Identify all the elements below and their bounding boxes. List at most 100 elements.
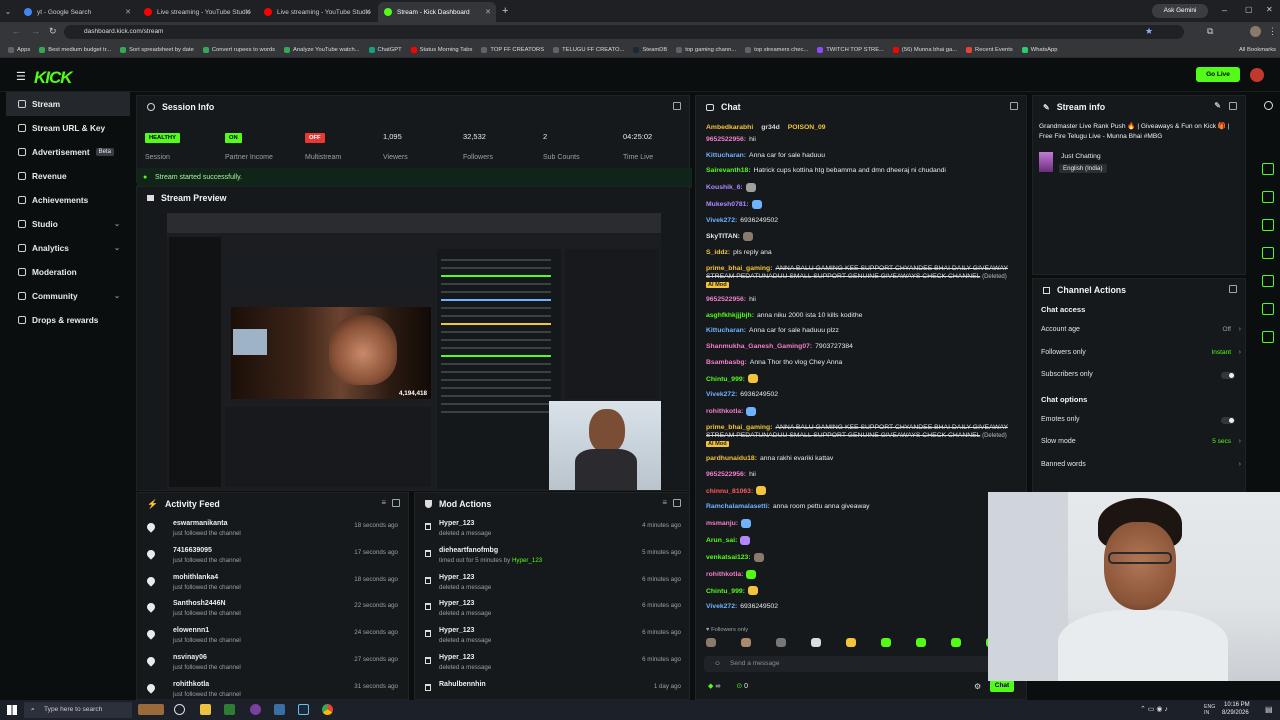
expand-icon[interactable]	[673, 499, 681, 507]
language-indicator[interactable]: ENG IN	[1204, 704, 1218, 716]
tab-close-icon[interactable]: ✕	[485, 8, 491, 16]
chat-username[interactable]: Chintu_999:	[706, 376, 745, 383]
expand-icon[interactable]	[392, 499, 400, 507]
chat-username[interactable]: Kittucharan:	[706, 152, 746, 159]
chat-username[interactable]: Shanmukha_Ganesh_Gaming07:	[706, 343, 812, 350]
chat-username[interactable]: 9652522956:	[706, 296, 746, 303]
category-label[interactable]: Just Chatting	[1061, 153, 1101, 160]
chat-username[interactable]: Arun_sai:	[706, 537, 737, 544]
slow-mode-row[interactable]: Slow mode 5 secs ›	[1033, 431, 1245, 454]
bookmark-item[interactable]: ChatGPT	[368, 46, 402, 53]
rail-icon[interactable]	[1262, 331, 1274, 343]
rail-icon[interactable]	[1262, 219, 1274, 231]
banned-words-row[interactable]: Banned words ›	[1033, 454, 1245, 477]
chat-username[interactable]: Vivek272:	[706, 391, 737, 398]
chat-username[interactable]: prime_bhai_gaming:	[706, 424, 772, 431]
expand-icon[interactable]	[1229, 285, 1237, 293]
chat-username[interactable]: Bsambasbg:	[706, 359, 747, 366]
edit-icon[interactable]: ✎	[1214, 101, 1221, 110]
bookmark-item[interactable]: TOP FF CREATORS	[481, 46, 544, 53]
chat-username[interactable]: Chintu_999:	[706, 588, 745, 595]
file-explorer-icon[interactable]	[200, 704, 211, 715]
emote-icon[interactable]	[741, 638, 751, 647]
close-window-icon[interactable]: ✕	[1266, 5, 1273, 14]
pinned-user-3[interactable]: POISON_09	[788, 124, 826, 131]
emote-icon[interactable]	[811, 638, 821, 647]
chrome-icon[interactable]	[322, 704, 333, 715]
chat-username[interactable]: pardhunaidu18:	[706, 455, 757, 462]
tab-search-dropdown-icon[interactable]: ⌄	[0, 7, 16, 16]
chat-username[interactable]: Ramchalamalasetti:	[706, 503, 770, 510]
sidebar-item-drops-rewards[interactable]: Drops & rewards	[0, 308, 134, 332]
emote-icon[interactable]	[706, 638, 716, 647]
maximize-icon[interactable]: ▢	[1245, 5, 1253, 14]
info-rail-icon[interactable]	[1264, 101, 1273, 110]
bookmark-item[interactable]: Sort spreadsheet by date	[120, 46, 194, 53]
subscribers-only-toggle[interactable]	[1221, 372, 1235, 379]
sidebar-item-achievements[interactable]: Achievements	[0, 188, 134, 212]
chat-username[interactable]: prime_bhai_gaming:	[706, 265, 772, 272]
bookmark-item[interactable]: Apps	[8, 46, 30, 53]
user-avatar[interactable]	[1250, 68, 1264, 82]
send-chat-button[interactable]: Chat	[990, 680, 1014, 692]
extensions-icon[interactable]: ⧉	[1207, 26, 1213, 37]
mod-username[interactable]: Rahulbennhin	[439, 681, 689, 688]
expand-icon[interactable]	[1229, 102, 1237, 110]
sidebar-item-moderation[interactable]: Moderation	[0, 260, 134, 284]
sidebar-item-stream-url-key[interactable]: Stream URL & Key	[0, 116, 134, 140]
taskbar-search[interactable]: ⌕ Type here to search	[24, 702, 132, 718]
expand-icon[interactable]	[1010, 102, 1018, 110]
chat-username[interactable]: 9652522956:	[706, 471, 746, 478]
chat-username[interactable]: 9652522956:	[706, 136, 746, 143]
steam-icon[interactable]	[298, 704, 309, 715]
rail-icon[interactable]	[1262, 247, 1274, 259]
bookmark-item[interactable]: TELUGU FF CREATO...	[553, 46, 624, 53]
task-view-icon[interactable]	[174, 704, 185, 715]
chat-username[interactable]: asghfkhkjjjbjh:	[706, 312, 754, 319]
emote-icon[interactable]	[776, 638, 786, 647]
chat-username[interactable]: rohithkotla:	[706, 571, 743, 578]
emoji-icon[interactable]: ☺	[714, 656, 721, 672]
taskbar-app-icon[interactable]	[250, 704, 261, 715]
chat-username[interactable]: Kittucharan:	[706, 327, 746, 334]
tab-close-icon[interactable]: ✕	[125, 8, 131, 16]
chat-settings-icon[interactable]: ⚙	[974, 682, 981, 691]
followers-only-row[interactable]: Followers only Instant ›	[1033, 342, 1245, 365]
bookmark-item[interactable]: Status Morning Tabs	[410, 46, 472, 53]
browser-tab[interactable]: Stream - Kick Dashboard ✕	[378, 2, 496, 22]
chat-username[interactable]: Mukesh0781:	[706, 201, 749, 208]
filter-icon[interactable]: ≡	[662, 498, 667, 507]
chevron-down-icon[interactable]: ⌄	[114, 244, 120, 252]
taskbar-app-icon[interactable]	[224, 704, 235, 715]
browser-tab[interactable]: yt - Google Search ✕	[18, 2, 136, 22]
rail-icon[interactable]	[1262, 275, 1274, 287]
bookmark-item[interactable]: Analyze YouTube watch...	[284, 46, 360, 53]
new-tab-button[interactable]: +	[502, 5, 508, 17]
emotes-only-toggle[interactable]	[1221, 416, 1235, 424]
ask-gemini-button[interactable]: Ask Gemini	[1152, 4, 1208, 18]
chat-input[interactable]: ☺ Send a message	[704, 656, 1022, 672]
bookmark-item[interactable]: SteamDB	[633, 46, 667, 53]
bookmark-item[interactable]: (56) Munna bhai ga...	[892, 46, 957, 53]
clock-time[interactable]: 10:16 PM	[1224, 702, 1250, 708]
sidebar-item-community[interactable]: Community ⌄	[0, 284, 134, 308]
emote-icon[interactable]	[881, 638, 891, 647]
all-bookmarks[interactable]: All Bookmarks	[1239, 47, 1276, 53]
back-icon[interactable]: ←	[12, 26, 21, 36]
address-bar[interactable]: dashboard.kick.com/stream	[64, 25, 1184, 39]
bookmark-item[interactable]: top streamers chec...	[745, 46, 808, 53]
go-live-button[interactable]: Go Live	[1196, 67, 1240, 82]
chat-username[interactable]: S_iddz:	[706, 249, 730, 256]
emote-icon[interactable]	[951, 638, 961, 647]
kick-logo[interactable]: KICK	[34, 68, 73, 88]
expand-icon[interactable]	[673, 102, 681, 110]
pinned-user-1[interactable]: Ambedkarabhi	[706, 124, 753, 131]
forward-icon[interactable]: →	[31, 26, 40, 36]
tab-close-icon[interactable]: ✕	[245, 8, 251, 16]
sidebar-item-analytics[interactable]: Analytics ⌄	[0, 236, 134, 260]
chat-username[interactable]: venkatsai123:	[706, 554, 751, 561]
windows-start-icon[interactable]	[7, 705, 17, 715]
chat-username[interactable]: SkyTITAN:	[706, 233, 740, 240]
sidebar-item-advertisement[interactable]: Advertisement Beta	[0, 140, 134, 164]
emote-icon[interactable]	[916, 638, 926, 647]
